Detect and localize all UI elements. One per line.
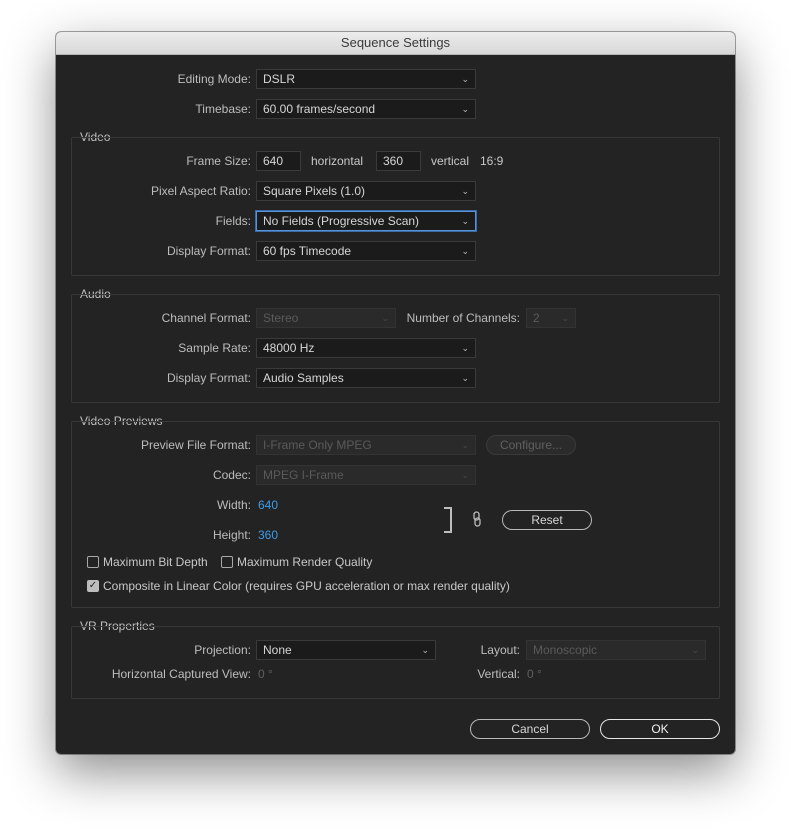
horizontal-label: horizontal	[311, 154, 364, 168]
editing-mode-label: Editing Mode:	[177, 72, 251, 86]
chevron-down-icon: ⌄	[461, 216, 469, 226]
chevron-down-icon: ⌄	[461, 246, 469, 256]
configure-button: Configure...	[486, 435, 576, 455]
aspect-ratio-text: 16:9	[480, 154, 504, 168]
codec-value: MPEG I-Frame	[263, 468, 344, 482]
pixel-aspect-value: Square Pixels (1.0)	[263, 184, 366, 198]
chevron-down-icon: ⌄	[461, 74, 469, 84]
reset-button[interactable]: Reset	[502, 510, 592, 530]
audio-display-format-value: Audio Samples	[263, 371, 344, 385]
vr-group	[71, 626, 720, 699]
chain-link-icon[interactable]	[470, 511, 484, 527]
frame-height-input[interactable]: 360	[376, 151, 421, 171]
fields-dropdown[interactable]: No Fields (Progressive Scan) ⌄	[256, 211, 476, 231]
chevron-down-icon: ⌄	[461, 470, 469, 480]
linear-color-checkbox[interactable]: ✓	[87, 580, 99, 592]
vertical-label: vertical	[431, 154, 470, 168]
preview-height-value[interactable]: 360	[258, 528, 278, 542]
vr-vertical-label: Vertical:	[477, 667, 520, 681]
audio-display-format-dropdown[interactable]: Audio Samples ⌄	[256, 368, 476, 388]
preview-width-value[interactable]: 640	[258, 498, 278, 512]
timebase-label: Timebase:	[195, 102, 251, 116]
sequence-settings-dialog: Sequence Settings Editing Mode: DSLR ⌄ T…	[56, 32, 735, 754]
width-label: Width:	[216, 498, 251, 512]
channel-format-value: Stereo	[263, 311, 299, 325]
sample-rate-label: Sample Rate:	[178, 341, 251, 355]
num-channels-label: Number of Channels:	[406, 311, 520, 325]
chevron-down-icon: ⌄	[691, 645, 699, 655]
layout-value: Monoscopic	[533, 643, 598, 657]
num-channels-dropdown: 2 ⌄	[526, 308, 576, 328]
sample-rate-value: 48000 Hz	[263, 341, 315, 355]
video-display-format-value: 60 fps Timecode	[263, 244, 352, 258]
chevron-down-icon: ⌄	[561, 313, 569, 323]
timebase-value: 60.00 frames/second	[263, 102, 376, 116]
codec-label: Codec:	[212, 468, 251, 482]
chevron-down-icon: ⌄	[461, 186, 469, 196]
max-render-quality-checkbox[interactable]	[221, 556, 233, 568]
video-display-format-label: Display Format:	[166, 244, 251, 258]
projection-value: None	[263, 643, 292, 657]
chevron-down-icon: ⌄	[461, 373, 469, 383]
hcv-label: Horizontal Captured View:	[111, 667, 251, 681]
chevron-down-icon: ⌄	[381, 313, 389, 323]
max-render-quality-label[interactable]: Maximum Render Quality	[237, 555, 372, 569]
link-bracket	[444, 507, 452, 533]
fields-label: Fields:	[215, 214, 251, 228]
max-bit-depth-label[interactable]: Maximum Bit Depth	[103, 555, 208, 569]
editing-mode-dropdown[interactable]: DSLR ⌄	[256, 69, 476, 89]
preview-format-label: Preview File Format:	[140, 438, 251, 452]
chevron-down-icon: ⌄	[461, 440, 469, 450]
pixel-aspect-label: Pixel Aspect Ratio:	[150, 184, 251, 198]
layout-label: Layout:	[480, 643, 520, 657]
ok-button[interactable]: OK	[600, 719, 720, 739]
chevron-down-icon: ⌄	[421, 645, 429, 655]
chevron-down-icon: ⌄	[461, 343, 469, 353]
pixel-aspect-dropdown[interactable]: Square Pixels (1.0) ⌄	[256, 181, 476, 201]
layout-dropdown: Monoscopic ⌄	[526, 640, 706, 660]
editing-mode-value: DSLR	[263, 72, 296, 86]
num-channels-value: 2	[533, 311, 540, 325]
codec-dropdown: MPEG I-Frame ⌄	[256, 465, 476, 485]
channel-format-label: Channel Format:	[161, 311, 251, 325]
linear-color-label[interactable]: Composite in Linear Color (requires GPU …	[103, 579, 510, 593]
chevron-down-icon: ⌄	[461, 104, 469, 114]
sample-rate-dropdown[interactable]: 48000 Hz ⌄	[256, 338, 476, 358]
timebase-dropdown[interactable]: 60.00 frames/second ⌄	[256, 99, 476, 119]
audio-display-format-label: Display Format:	[166, 371, 251, 385]
preview-format-value: I-Frame Only MPEG	[263, 438, 372, 452]
checkmark-icon: ✓	[88, 580, 98, 591]
max-bit-depth-checkbox[interactable]	[87, 556, 99, 568]
channel-format-dropdown: Stereo ⌄	[256, 308, 396, 328]
height-label: Height:	[212, 528, 251, 542]
fields-value: No Fields (Progressive Scan)	[263, 214, 420, 228]
vr-vertical-value: 0 °	[527, 667, 542, 681]
preview-format-dropdown: I-Frame Only MPEG ⌄	[256, 435, 476, 455]
cancel-button[interactable]: Cancel	[470, 719, 590, 739]
projection-dropdown[interactable]: None ⌄	[256, 640, 436, 660]
frame-width-input[interactable]: 640	[256, 151, 301, 171]
window-title: Sequence Settings	[56, 32, 735, 55]
projection-label: Projection:	[194, 643, 251, 657]
frame-size-label: Frame Size:	[186, 154, 251, 168]
hcv-value: 0 °	[258, 667, 273, 681]
video-display-format-dropdown[interactable]: 60 fps Timecode ⌄	[256, 241, 476, 261]
